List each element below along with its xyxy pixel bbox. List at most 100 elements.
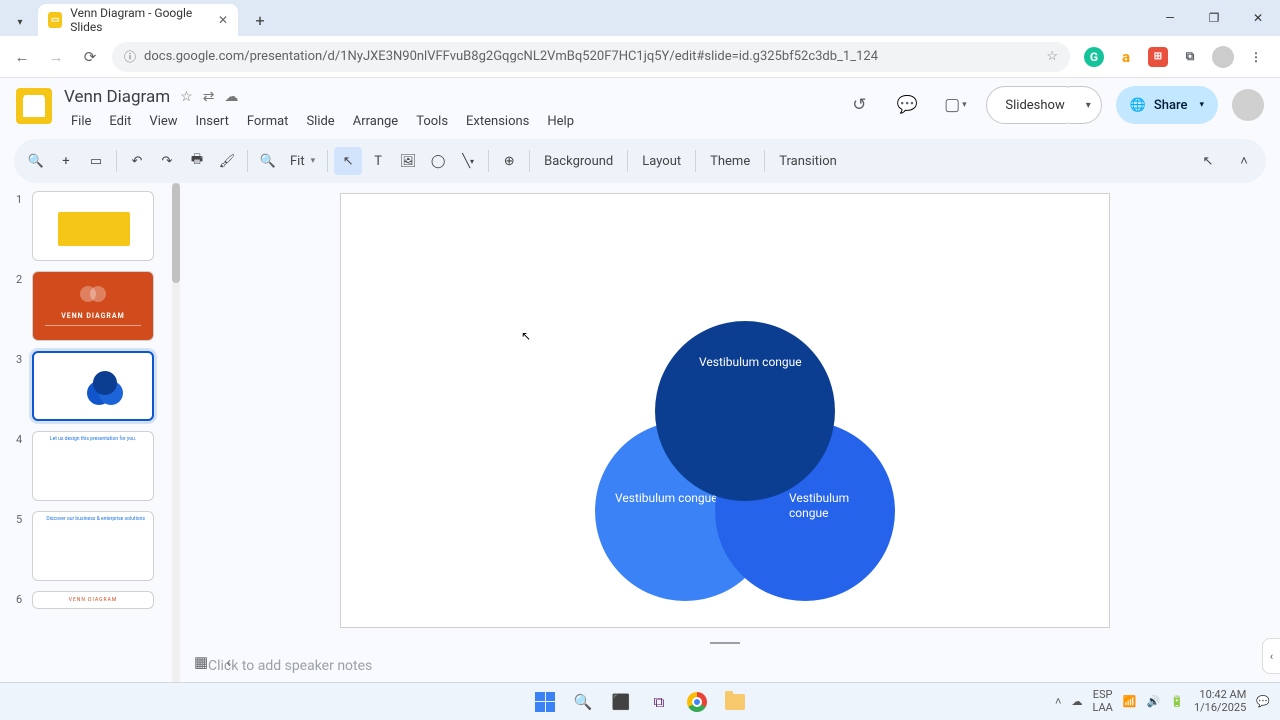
volume-icon[interactable]: 🔊 — [1147, 695, 1161, 708]
toolbar: 🔍 + ▭ ↶ ↷ 🖶 🖌 🔍 Fit▾ ↖ T 🖼 ◯ ╲ ▾ ⊕ Backg… — [14, 139, 1266, 183]
cloud-status-icon[interactable]: ☁ — [224, 89, 238, 105]
transition-button[interactable]: Transition — [771, 154, 845, 169]
slide-number: 2 — [16, 271, 24, 286]
slide-thumbnail-6[interactable]: VENN DIAGRAM — [32, 591, 154, 609]
wifi-icon[interactable]: 📶 — [1123, 695, 1137, 708]
image-tool[interactable]: 🖼 — [394, 147, 422, 175]
bookmark-star-icon[interactable]: ☆ — [1046, 49, 1058, 64]
extension-a-icon[interactable]: a — [1116, 47, 1136, 67]
slide-number: 1 — [16, 191, 24, 206]
menu-extensions[interactable]: Extensions — [459, 110, 536, 133]
mode-pointer-icon[interactable]: ↖ — [1194, 147, 1222, 175]
slack-icon[interactable]: ⧉ — [647, 690, 671, 714]
slide-canvas[interactable]: Vestibulum congue Vestibulum congue Vest… — [340, 193, 1110, 628]
reload-button[interactable]: ⟳ — [78, 45, 102, 69]
minimize-window-button[interactable]: — — [1148, 0, 1192, 36]
layout-button[interactable]: Layout — [634, 154, 689, 169]
site-info-icon[interactable]: ⓘ — [124, 48, 136, 65]
print-button[interactable]: 🖶 — [183, 147, 211, 175]
file-explorer-icon[interactable] — [723, 690, 747, 714]
slide-thumbnail-3[interactable] — [32, 351, 154, 421]
task-view-icon[interactable]: ⬛ — [609, 690, 633, 714]
tab-title: Venn Diagram - Google Slides — [70, 6, 210, 34]
slides-logo[interactable] — [16, 88, 52, 124]
close-tab-icon[interactable]: ✕ — [218, 13, 228, 27]
comment-tool[interactable]: ⊕ — [495, 147, 523, 175]
extension-grammarly-icon[interactable]: G — [1084, 47, 1104, 67]
menu-bar: File Edit View Insert Format Slide Arran… — [64, 110, 581, 133]
account-avatar[interactable] — [1232, 89, 1264, 121]
notifications-icon[interactable]: 💬 — [1256, 695, 1270, 708]
document-title[interactable]: Venn Diagram — [64, 87, 170, 107]
collapse-toolbar-icon[interactable]: ˄ — [1230, 147, 1258, 175]
menu-arrange[interactable]: Arrange — [346, 110, 405, 133]
redo-button[interactable]: ↷ — [153, 147, 181, 175]
maximize-window-button[interactable]: ❐ — [1192, 0, 1236, 36]
move-document-icon[interactable]: ⇄ — [203, 89, 215, 105]
forward-button: → — [44, 45, 68, 69]
grid-view-icon[interactable]: ▦ — [194, 653, 208, 671]
background-button[interactable]: Background — [536, 154, 621, 169]
zoom-tool-icon[interactable]: 🔍 — [254, 147, 282, 175]
speaker-notes-placeholder[interactable]: Click to add speaker notes — [208, 658, 372, 674]
taskbar-search-icon[interactable]: 🔍 — [571, 690, 595, 714]
tab-list-dropdown[interactable]: ▾ — [6, 8, 34, 36]
windows-taskbar: 🔍 ⬛ ⧉ ˄ ☁ ESPLAA 📶 🔊 🔋 10:42 AM1/16/2025… — [0, 682, 1280, 720]
shape-tool[interactable]: ◯ — [424, 147, 452, 175]
extensions-puzzle-icon[interactable]: ⧉ — [1180, 47, 1200, 67]
new-slide-button[interactable]: + — [52, 147, 80, 175]
slide-thumbnail-2[interactable]: VENN DIAGRAM — [32, 271, 154, 341]
textbox-tool[interactable]: T — [364, 147, 392, 175]
star-document-icon[interactable]: ☆ — [180, 89, 193, 105]
onedrive-icon[interactable]: ☁ — [1071, 695, 1082, 708]
venn-circle-top[interactable]: Vestibulum congue — [655, 321, 835, 501]
menu-tools[interactable]: Tools — [409, 110, 455, 133]
menu-file[interactable]: File — [64, 110, 98, 133]
history-icon[interactable]: ↺ — [842, 88, 876, 122]
address-bar[interactable]: ⓘ docs.google.com/presentation/d/1NyJXE3… — [112, 42, 1070, 72]
zoom-select[interactable]: Fit▾ — [284, 154, 321, 169]
slide-number: 5 — [16, 511, 24, 526]
theme-button[interactable]: Theme — [702, 154, 758, 169]
tray-chevron-icon[interactable]: ˄ — [1055, 695, 1061, 708]
share-button[interactable]: 🌐 Share ▾ — [1116, 86, 1218, 124]
paint-format-button[interactable]: 🖌 — [213, 147, 241, 175]
menu-view[interactable]: View — [142, 110, 184, 133]
new-slide-layout-button[interactable]: ▭ — [82, 147, 110, 175]
slideshow-dropdown[interactable]: ▾ — [1070, 86, 1102, 124]
new-tab-button[interactable]: + — [248, 8, 272, 32]
slides-favicon: ▭ — [48, 12, 62, 28]
undo-button[interactable]: ↶ — [123, 147, 151, 175]
extension-red-icon[interactable]: ⊞ — [1148, 47, 1168, 67]
menu-format[interactable]: Format — [240, 110, 296, 133]
globe-icon: 🌐 — [1130, 98, 1146, 113]
filmstrip[interactable]: 1 2 VENN DIAGRAM 3 4 Let us — [0, 183, 180, 682]
search-menus-icon[interactable]: 🔍 — [22, 147, 50, 175]
battery-icon[interactable]: 🔋 — [1170, 695, 1184, 708]
slide-thumbnail-5[interactable]: Discover our business & enterprise solut… — [32, 511, 154, 581]
line-tool[interactable]: ╲ ▾ — [454, 147, 482, 175]
comments-icon[interactable]: 💬 — [890, 88, 924, 122]
meet-icon[interactable]: ▢▾ — [938, 88, 972, 122]
select-tool[interactable]: ↖ — [334, 147, 362, 175]
language-indicator[interactable]: ESPLAA — [1092, 689, 1112, 713]
chevron-down-icon[interactable]: ▾ — [1199, 100, 1204, 110]
filmstrip-scrollbar-thumb[interactable] — [172, 183, 180, 283]
menu-insert[interactable]: Insert — [189, 110, 236, 133]
back-button[interactable]: ← — [10, 45, 34, 69]
start-button[interactable] — [533, 690, 557, 714]
collapse-filmstrip-icon[interactable]: ‹ — [226, 653, 231, 671]
slide-thumbnail-4[interactable]: Let us design this presentation for you. — [32, 431, 154, 501]
slide-thumbnail-1[interactable] — [32, 191, 154, 261]
menu-edit[interactable]: Edit — [102, 110, 138, 133]
system-clock[interactable]: 10:42 AM1/16/2025 — [1194, 689, 1246, 713]
menu-help[interactable]: Help — [540, 110, 581, 133]
speaker-notes-resize-handle[interactable] — [710, 642, 740, 644]
close-window-button[interactable]: ✕ — [1236, 0, 1280, 36]
browser-tab[interactable]: ▭ Venn Diagram - Google Slides ✕ — [38, 4, 238, 36]
menu-slide[interactable]: Slide — [299, 110, 341, 133]
chrome-taskbar-icon[interactable] — [685, 690, 709, 714]
explore-side-tab[interactable]: ‹ — [1262, 638, 1280, 674]
profile-avatar[interactable] — [1212, 46, 1234, 68]
chrome-menu-icon[interactable]: ⋮ — [1246, 47, 1266, 67]
